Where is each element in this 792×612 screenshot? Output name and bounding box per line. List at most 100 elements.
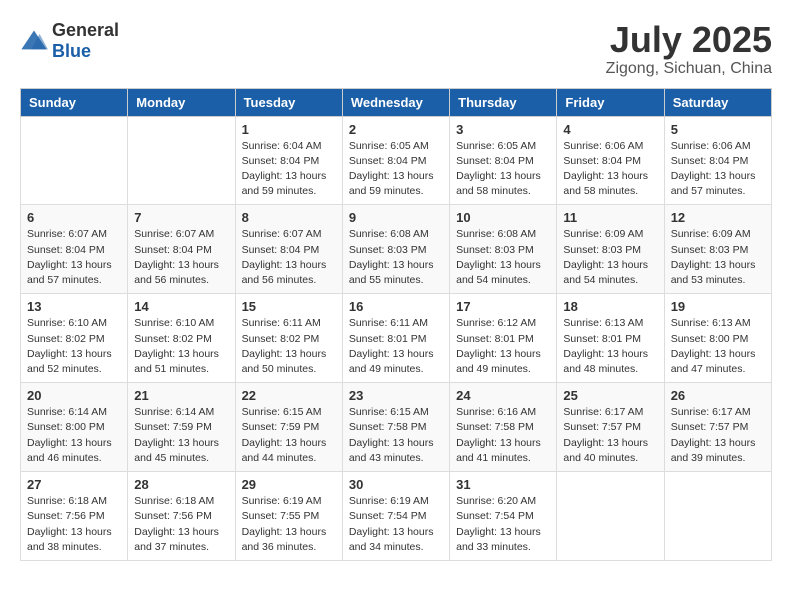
day-number: 29 [242,477,336,492]
calendar-cell: 30Sunrise: 6:19 AMSunset: 7:54 PMDayligh… [342,472,449,561]
calendar-cell: 9Sunrise: 6:08 AMSunset: 8:03 PMDaylight… [342,205,449,294]
day-info: Sunrise: 6:09 AMSunset: 8:03 PMDaylight:… [671,227,765,288]
calendar-cell: 27 Sunrise: 6:18 AMSunset: 7:56 PMDayligh… [21,472,128,561]
day-info: Sunrise: 6:14 AMSunset: 8:00 PMDaylight:… [27,405,121,466]
calendar-cell: 15 Sunrise: 6:11 AMSunset: 8:02 PMDayligh… [235,294,342,383]
day-info: Sunrise: 6:08 AMSunset: 8:03 PMDaylight:… [349,227,443,288]
day-number: 24 [456,388,550,403]
calendar-cell: 21 Sunrise: 6:14 AMSunset: 7:59 PMDayligh… [128,383,235,472]
logo-blue: Blue [52,41,91,61]
day-info: Sunrise: 6:16 AMSunset: 7:58 PMDaylight:… [456,405,550,466]
calendar-cell: 16 Sunrise: 6:11 AMSunset: 8:01 PMDayligh… [342,294,449,383]
calendar-cell: 28Sunrise: 6:18 AMSunset: 7:56 PMDayligh… [128,472,235,561]
day-info: Sunrise: 6:17 AMSunset: 7:57 PMDaylight:… [563,405,657,466]
day-number: 8 [242,210,336,225]
calendar-cell: 11 Sunrise: 6:09 AMSunset: 8:03 PMDayligh… [557,205,664,294]
calendar-cell: 1 Sunrise: 6:04 AMSunset: 8:04 PMDaylight… [235,116,342,205]
logo: General Blue [20,20,119,62]
day-number: 6 [27,210,121,225]
calendar-cell: 19 Sunrise: 6:13 AMSunset: 8:00 PMDayligh… [664,294,771,383]
day-number: 14 [134,299,228,314]
calendar-table: SundayMondayTuesdayWednesdayThursdayFrid… [20,88,772,561]
calendar-cell: 18 Sunrise: 6:13 AMSunset: 8:01 PMDayligh… [557,294,664,383]
day-info: Sunrise: 6:15 AMSunset: 7:58 PMDaylight:… [349,405,443,466]
day-info: Sunrise: 6:09 AMSunset: 8:03 PMDaylight:… [563,227,657,288]
day-info: Sunrise: 6:19 AMSunset: 7:55 PMDaylight:… [242,494,336,555]
calendar-cell: 5Sunrise: 6:06 AMSunset: 8:04 PMDaylight… [664,116,771,205]
calendar-cell [21,116,128,205]
calendar-cell: 20Sunrise: 6:14 AMSunset: 8:00 PMDayligh… [21,383,128,472]
day-number: 23 [349,388,443,403]
calendar-cell: 24 Sunrise: 6:16 AMSunset: 7:58 PMDayligh… [450,383,557,472]
day-number: 1 [242,122,336,137]
day-number: 21 [134,388,228,403]
day-info: Sunrise: 6:08 AMSunset: 8:03 PMDaylight:… [456,227,550,288]
calendar-cell: 22 Sunrise: 6:15 AMSunset: 7:59 PMDayligh… [235,383,342,472]
logo-general: General [52,20,119,40]
calendar-day-header: Wednesday [342,88,449,116]
day-info: Sunrise: 6:07 AMSunset: 8:04 PMDaylight:… [242,227,336,288]
day-number: 2 [349,122,443,137]
calendar-cell: 2 Sunrise: 6:05 AMSunset: 8:04 PMDaylight… [342,116,449,205]
logo-icon [20,27,48,55]
day-info: Sunrise: 6:06 AMSunset: 8:04 PMDaylight:… [563,139,657,200]
day-info: Sunrise: 6:07 AMSunset: 8:04 PMDaylight:… [27,227,121,288]
calendar-week-row: 13Sunrise: 6:10 AMSunset: 8:02 PMDayligh… [21,294,772,383]
calendar-cell: 8 Sunrise: 6:07 AMSunset: 8:04 PMDaylight… [235,205,342,294]
day-number: 16 [349,299,443,314]
day-number: 7 [134,210,228,225]
day-info: Sunrise: 6:05 AMSunset: 8:04 PMDaylight:… [349,139,443,200]
day-number: 25 [563,388,657,403]
calendar-cell: 25 Sunrise: 6:17 AMSunset: 7:57 PMDayligh… [557,383,664,472]
calendar-cell: 10 Sunrise: 6:08 AMSunset: 8:03 PMDayligh… [450,205,557,294]
day-info: Sunrise: 6:18 AMSunset: 7:56 PMDaylight:… [27,494,121,555]
calendar-cell [664,472,771,561]
day-info: Sunrise: 6:05 AMSunset: 8:04 PMDaylight:… [456,139,550,200]
day-number: 22 [242,388,336,403]
calendar-cell: 7 Sunrise: 6:07 AMSunset: 8:04 PMDaylight… [128,205,235,294]
day-number: 3 [456,122,550,137]
day-number: 4 [563,122,657,137]
day-number: 12 [671,210,765,225]
calendar-cell: 26Sunrise: 6:17 AMSunset: 7:57 PMDayligh… [664,383,771,472]
calendar-week-row: 27 Sunrise: 6:18 AMSunset: 7:56 PMDayligh… [21,472,772,561]
day-info: Sunrise: 6:14 AMSunset: 7:59 PMDaylight:… [134,405,228,466]
calendar-cell [557,472,664,561]
calendar-day-header: Saturday [664,88,771,116]
calendar-day-header: Monday [128,88,235,116]
main-title: July 2025 [606,20,772,60]
day-number: 5 [671,122,765,137]
day-info: Sunrise: 6:10 AMSunset: 8:02 PMDaylight:… [27,316,121,377]
day-info: Sunrise: 6:18 AMSunset: 7:56 PMDaylight:… [134,494,228,555]
calendar-cell: 13Sunrise: 6:10 AMSunset: 8:02 PMDayligh… [21,294,128,383]
calendar-cell: 4 Sunrise: 6:06 AMSunset: 8:04 PMDaylight… [557,116,664,205]
day-number: 27 [27,477,121,492]
day-info: Sunrise: 6:11 AMSunset: 8:02 PMDaylight:… [242,316,336,377]
day-info: Sunrise: 6:15 AMSunset: 7:59 PMDaylight:… [242,405,336,466]
day-info: Sunrise: 6:13 AMSunset: 8:01 PMDaylight:… [563,316,657,377]
day-number: 17 [456,299,550,314]
day-info: Sunrise: 6:17 AMSunset: 7:57 PMDaylight:… [671,405,765,466]
day-info: Sunrise: 6:11 AMSunset: 8:01 PMDaylight:… [349,316,443,377]
calendar-cell: 6 Sunrise: 6:07 AMSunset: 8:04 PMDaylight… [21,205,128,294]
day-number: 31 [456,477,550,492]
calendar-week-row: 1 Sunrise: 6:04 AMSunset: 8:04 PMDaylight… [21,116,772,205]
calendar-cell: 17 Sunrise: 6:12 AMSunset: 8:01 PMDayligh… [450,294,557,383]
page-header: General Blue July 2025 Zigong, Sichuan, … [20,20,772,78]
day-info: Sunrise: 6:07 AMSunset: 8:04 PMDaylight:… [134,227,228,288]
calendar-cell: 14Sunrise: 6:10 AMSunset: 8:02 PMDayligh… [128,294,235,383]
day-info: Sunrise: 6:13 AMSunset: 8:00 PMDaylight:… [671,316,765,377]
day-number: 15 [242,299,336,314]
calendar-cell: 29 Sunrise: 6:19 AMSunset: 7:55 PMDayligh… [235,472,342,561]
calendar-cell: 31Sunrise: 6:20 AMSunset: 7:54 PMDayligh… [450,472,557,561]
day-info: Sunrise: 6:19 AMSunset: 7:54 PMDaylight:… [349,494,443,555]
day-number: 11 [563,210,657,225]
day-info: Sunrise: 6:04 AMSunset: 8:04 PMDaylight:… [242,139,336,200]
day-number: 10 [456,210,550,225]
day-info: Sunrise: 6:12 AMSunset: 8:01 PMDaylight:… [456,316,550,377]
calendar-cell [128,116,235,205]
day-number: 19 [671,299,765,314]
subtitle: Zigong, Sichuan, China [606,60,772,78]
day-number: 18 [563,299,657,314]
calendar-header-row: SundayMondayTuesdayWednesdayThursdayFrid… [21,88,772,116]
